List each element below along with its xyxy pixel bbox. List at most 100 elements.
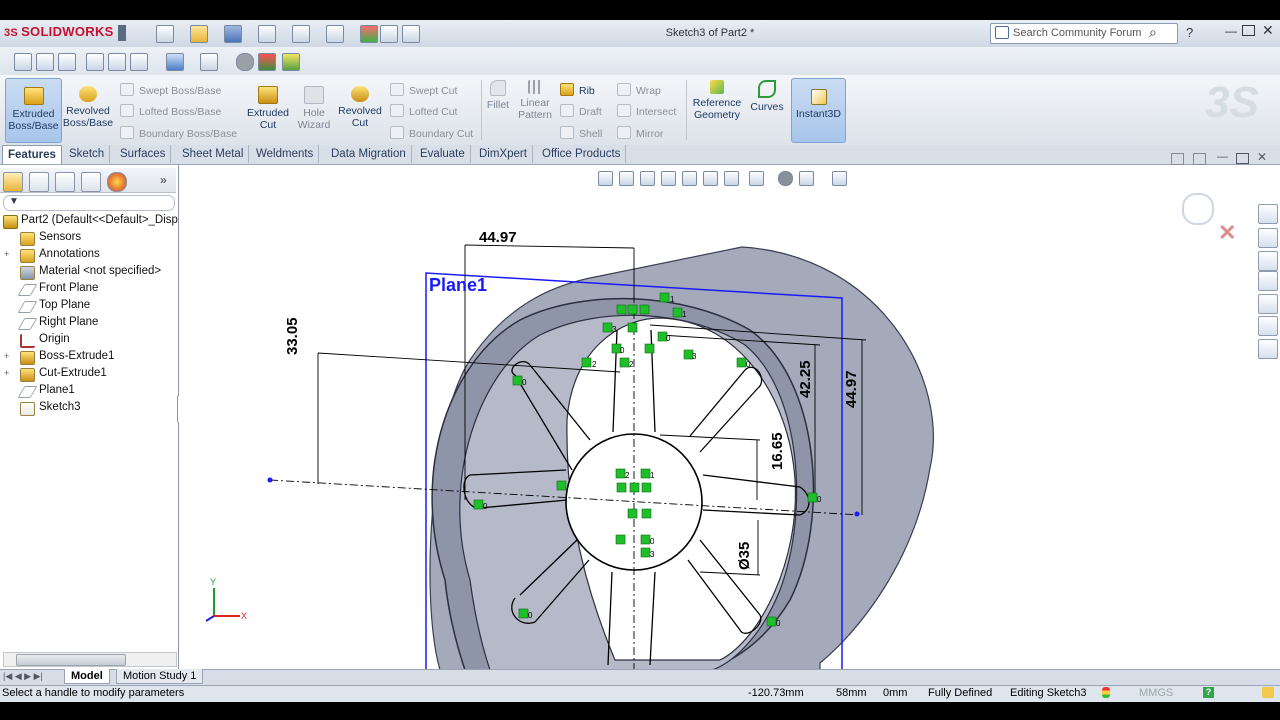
help-status-icon[interactable]: ? — [1203, 687, 1214, 698]
tab-surfaces[interactable]: Surfaces — [115, 145, 172, 163]
tree-item-boss-extrude1[interactable]: + Boss-Extrude1 — [0, 349, 176, 366]
tree-item-plane1[interactable]: Plane1 — [0, 383, 176, 400]
close-icon[interactable]: ✕ — [1262, 22, 1274, 39]
tree-item-annotations[interactable]: + Annotations — [0, 247, 176, 264]
tab-dimxpert[interactable]: DimXpert — [474, 145, 533, 163]
tree-item-right-plane[interactable]: Right Plane — [0, 315, 176, 332]
tab-evaluate[interactable]: Evaluate — [415, 145, 471, 163]
extruded-boss-button[interactable]: Extruded Boss/Base — [5, 78, 62, 143]
extruded-cut-button[interactable]: Extruded Cut — [244, 78, 292, 141]
rebuild-status-icon[interactable] — [1102, 687, 1110, 698]
hole-wizard-button[interactable]: Hole Wizard — [294, 78, 334, 141]
linear-pattern-button[interactable]: Linear Pattern — [514, 80, 556, 121]
fillet-button[interactable]: Fillet — [485, 80, 511, 111]
tab-features[interactable]: Features — [2, 145, 62, 164]
boundary-boss-button[interactable]: Boundary Boss/Base — [120, 126, 237, 140]
dimxpert-manager-tab-icon[interactable] — [81, 172, 101, 192]
lofted-boss-button[interactable]: Lofted Boss/Base — [120, 104, 221, 118]
tree-item-sketch3[interactable]: Sketch3 — [0, 400, 176, 417]
lofted-cut-icon — [390, 104, 404, 117]
lofted-cut-button[interactable]: Lofted Cut — [390, 104, 457, 118]
instant3d-button[interactable]: Instant3D — [791, 78, 846, 143]
intersect-button[interactable]: Intersect — [617, 104, 676, 118]
zoom-fit-icon[interactable] — [14, 53, 32, 71]
expand-panel-icon[interactable]: » — [160, 173, 167, 187]
tab-model[interactable]: Model — [64, 669, 110, 684]
svg-text:2: 2 — [629, 360, 634, 369]
tab-office-products[interactable]: Office Products — [537, 145, 627, 163]
tab-sketch[interactable]: Sketch — [64, 145, 111, 163]
previous-view-icon[interactable] — [58, 53, 76, 71]
tree-item-label: Sensors — [39, 231, 82, 243]
sketch-point[interactable] — [854, 511, 860, 517]
expand-icon[interactable]: + — [4, 352, 11, 361]
display-manager-tab-icon[interactable] — [107, 172, 127, 192]
viewport-minimize-icon[interactable]: — — [1217, 151, 1228, 163]
dimension-44-97-vertical[interactable]: 44.97 — [843, 370, 860, 408]
dimension-diameter-35[interactable]: Ø35 — [736, 542, 753, 570]
revolved-boss-button[interactable]: Revolved Boss/Base — [62, 78, 114, 141]
tree-item-top-plane[interactable]: Top Plane — [0, 298, 176, 315]
notification-icon[interactable] — [1262, 687, 1274, 698]
appearance-icon[interactable] — [236, 53, 254, 71]
linear-pattern-label-2: Pattern — [518, 109, 552, 121]
view-orientation-icon[interactable] — [108, 53, 126, 71]
restore-icon[interactable] — [1242, 25, 1255, 36]
viewport-tile2-icon[interactable] — [1193, 153, 1206, 165]
minimize-icon[interactable]: — — [1225, 24, 1237, 38]
zoom-area-icon[interactable] — [36, 53, 54, 71]
draft-label: Draft — [579, 106, 602, 118]
mirror-button[interactable]: Mirror — [617, 126, 663, 140]
tree-item-sensors[interactable]: Sensors — [0, 230, 176, 247]
expand-icon[interactable]: + — [4, 369, 11, 378]
tab-weldments[interactable]: Weldments — [251, 145, 320, 163]
tree-item-origin[interactable]: Origin — [0, 332, 176, 349]
viewport-close-icon[interactable]: ✕ — [1257, 150, 1267, 164]
revolved-cut-button[interactable]: Revolved Cut — [336, 78, 384, 141]
scrollbar-thumb[interactable] — [16, 654, 126, 666]
tree-item-front-plane[interactable]: Front Plane — [0, 281, 176, 298]
section-view-icon[interactable] — [86, 53, 104, 71]
tree-item-material-not-specified[interactable]: Material <not specified> — [0, 264, 176, 281]
tree-scrollbar[interactable] — [3, 652, 177, 667]
configuration-manager-tab-icon[interactable] — [55, 172, 75, 192]
view-settings-icon[interactable] — [282, 53, 300, 71]
search-icon[interactable]: ⌕ — [1149, 24, 1157, 41]
dimension-16-65[interactable]: 16.65 — [769, 432, 786, 470]
reference-geometry-button[interactable]: Reference Geometry — [690, 80, 744, 121]
plane-label[interactable]: Plane1 — [429, 275, 487, 296]
swept-cut-button[interactable]: Swept Cut — [390, 83, 457, 97]
tree-item-cut-extrude1[interactable]: + Cut-Extrude1 — [0, 366, 176, 383]
tab-data-migration[interactable]: Data Migration — [326, 145, 412, 163]
rib-button[interactable]: Rib — [560, 83, 595, 97]
dimension-height-left[interactable]: 33.05 — [284, 317, 301, 355]
draft-button[interactable]: Draft — [560, 104, 602, 118]
curves-button[interactable]: Curves — [748, 80, 786, 113]
property-manager-tab-icon[interactable] — [29, 172, 49, 192]
swept-boss-button[interactable]: Swept Boss/Base — [120, 83, 221, 97]
tab-scroll-arrows-icon[interactable]: |◀ ◀ ▶ ▶| — [3, 671, 43, 682]
tree-root-part2[interactable]: Part2 (Default<<Default>_Disp — [0, 213, 178, 230]
model-canvas[interactable]: 1130 32 20 002 1 0003 00 — [179, 165, 1280, 670]
scene-icon[interactable] — [258, 53, 276, 71]
tree-filter-input[interactable] — [3, 195, 175, 211]
tab-motion-study-1[interactable]: Motion Study 1 — [116, 669, 204, 684]
help-icon[interactable]: ? — [1186, 25, 1193, 40]
shell-button[interactable]: Shell — [560, 126, 602, 140]
status-message: Select a handle to modify parameters — [2, 687, 185, 699]
hide-show-icon[interactable] — [200, 53, 218, 71]
status-units[interactable]: MMGS — [1139, 687, 1173, 699]
sketch-point[interactable] — [267, 477, 273, 483]
dimension-width[interactable]: 44.97 — [479, 229, 517, 246]
tab-sheet-metal[interactable]: Sheet Metal — [177, 145, 250, 163]
boundary-cut-button[interactable]: Boundary Cut — [390, 126, 473, 140]
svg-text:0: 0 — [620, 346, 625, 355]
shaded-icon[interactable] — [166, 53, 184, 71]
expand-icon[interactable]: + — [4, 250, 11, 259]
feature-tree-tab-icon[interactable] — [3, 172, 23, 192]
wrap-button[interactable]: Wrap — [617, 83, 661, 97]
display-style-icon[interactable] — [130, 53, 148, 71]
dimension-42-25[interactable]: 42.25 — [797, 360, 814, 398]
viewport-restore-icon[interactable] — [1236, 153, 1249, 164]
viewport-tile-icon[interactable] — [1171, 153, 1184, 165]
